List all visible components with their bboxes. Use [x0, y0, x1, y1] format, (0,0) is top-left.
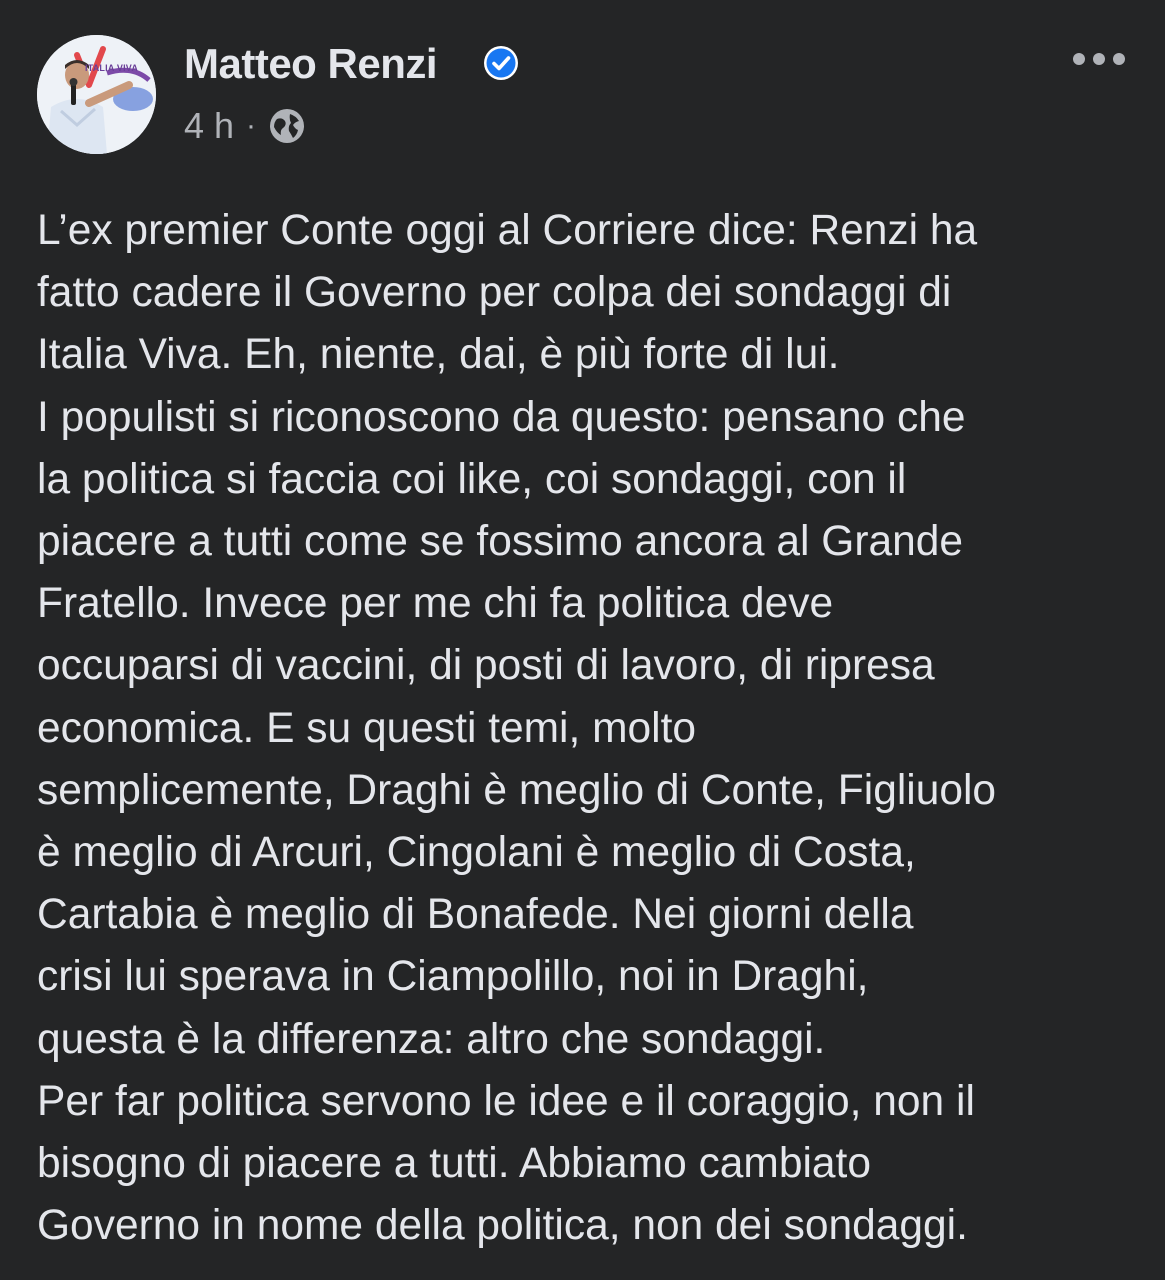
post-text-line: la politica si faccia coi like, coi sond… — [37, 455, 907, 503]
facebook-post: ITALIA VIVA Matteo Renzi 4 h · L’ex prem… — [0, 0, 1165, 1280]
post-timestamp[interactable]: 4 h — [184, 105, 234, 147]
author-name[interactable]: Matteo Renzi — [184, 38, 438, 90]
post-text-line: bisogno di piacere a tutti. Abbiamo camb… — [37, 1140, 871, 1188]
avatar-logo-text: ITALIA VIVA — [85, 63, 139, 73]
more-dot-icon — [1073, 53, 1085, 65]
post-text-line: semplicemente, Draghi è meglio di Conte,… — [37, 766, 997, 814]
post-text-line: L’ex premier Conte oggi al Corriere dice… — [37, 207, 978, 254]
avatar[interactable]: ITALIA VIVA — [37, 35, 156, 154]
meta-separator: · — [246, 109, 257, 142]
post-text-line: questa è la differenza: altro che sondag… — [37, 1015, 826, 1063]
post-header: ITALIA VIVA Matteo Renzi 4 h · — [37, 35, 1125, 155]
post-text-line: Per far politica servono le idee e il co… — [37, 1077, 975, 1125]
post-text-line: Fratello. Invece per me chi fa politica … — [37, 580, 834, 628]
post-meta: 4 h · — [184, 103, 306, 149]
verified-badge-icon — [484, 46, 518, 80]
post-text-line: Italia Viva. Eh, niente, dai, è più fort… — [37, 331, 840, 379]
post-text-line: economica. E su questi temi, molto — [37, 704, 697, 752]
post-text-line: è meglio di Arcuri, Cingolani è meglio d… — [37, 829, 916, 877]
post-text-line: crisi lui sperava in Ciampolillo, noi in… — [37, 953, 869, 1001]
more-dot-icon — [1113, 53, 1125, 65]
post-text-line: piacere a tutti come se fossimo ancora a… — [37, 518, 964, 566]
more-dot-icon — [1093, 53, 1105, 65]
avatar-photo — [37, 35, 156, 154]
more-options-button[interactable] — [1073, 47, 1125, 71]
globe-icon[interactable] — [268, 107, 306, 145]
post-text-line: I populisti si riconoscono da questo: pe… — [37, 393, 966, 441]
post-body-text: L’ex premier Conte oggi al Corriere dice… — [37, 200, 1137, 1257]
post-text-line: Governo in nome della politica, non dei … — [37, 1202, 968, 1250]
post-text-line: Cartabia è meglio di Bonafede. Nei giorn… — [37, 891, 914, 939]
post-text-line: fatto cadere il Governo per colpa dei so… — [37, 269, 952, 317]
post-text-line: occuparsi di vaccini, di posti di lavoro… — [37, 642, 935, 690]
